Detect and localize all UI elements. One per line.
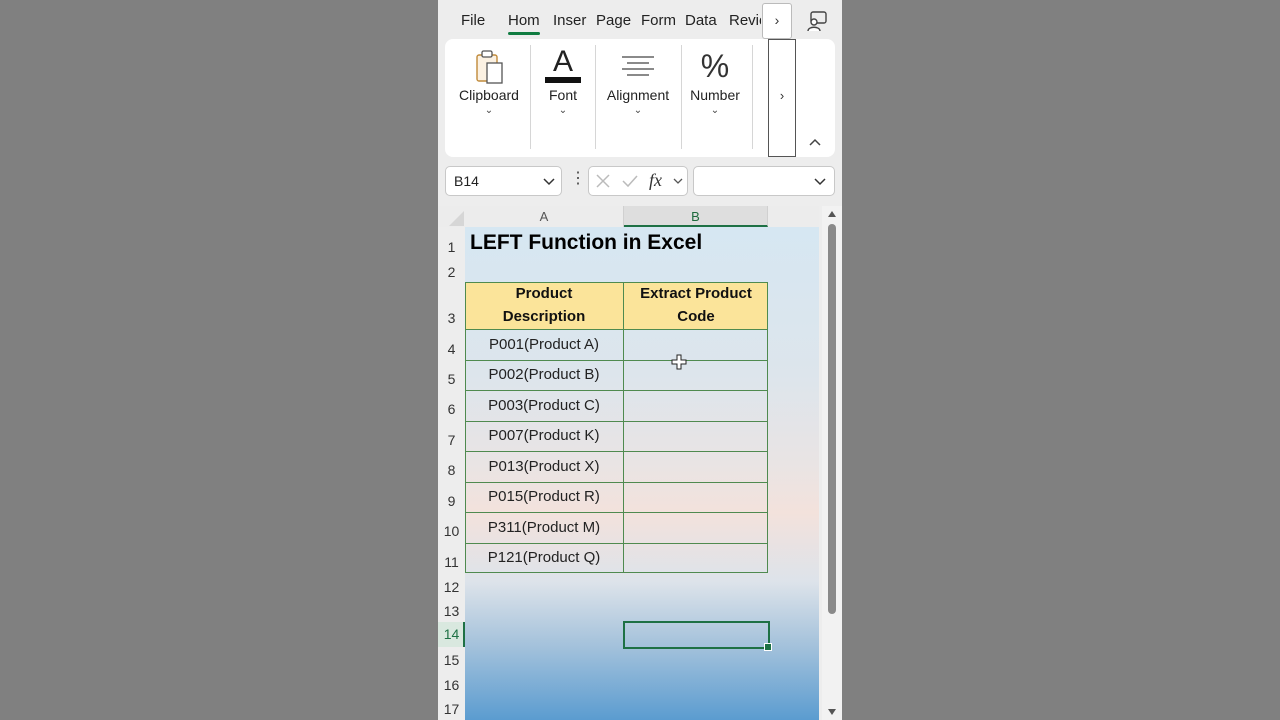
table-cell[interactable]: P007(Product K) (465, 421, 623, 451)
number-group[interactable]: % Number ⌄ (685, 39, 745, 157)
ribbon-divider (530, 45, 531, 149)
table-cell[interactable]: P002(Product B) (465, 360, 623, 390)
name-box-value: B14 (454, 173, 479, 189)
table-cell[interactable] (624, 360, 768, 390)
tabs-scroll-right-button[interactable]: › (762, 3, 792, 39)
table-cell[interactable] (624, 482, 768, 512)
table-cell[interactable] (624, 452, 768, 482)
cell-cursor-icon (671, 354, 687, 370)
table-cell[interactable]: P003(Product C) (465, 391, 623, 421)
excel-window: File Hom Inser Page Form Data Revie › Cl… (438, 0, 842, 720)
tab-home[interactable]: Hom (508, 12, 540, 35)
ribbon-tabs: File Hom Inser Page Form Data Revie › (438, 0, 842, 40)
collapse-ribbon-icon[interactable] (807, 135, 823, 149)
header-cell-product-description[interactable]: Product Description (465, 282, 623, 329)
chevron-down-icon (673, 178, 683, 184)
table-cell[interactable]: P001(Product A) (465, 330, 623, 360)
row-header[interactable]: 13 (438, 601, 465, 621)
row-header[interactable]: 8 (438, 460, 465, 480)
cell-grid[interactable]: LEFT Function in Excel Product Descripti… (465, 227, 819, 720)
tab-review[interactable]: Revie (729, 12, 761, 29)
row-header[interactable]: 15 (438, 650, 465, 670)
row-header[interactable]: 12 (438, 577, 465, 597)
formula-input[interactable] (693, 166, 835, 196)
align-center-icon (622, 56, 654, 76)
table-cell[interactable]: P121(Product Q) (465, 543, 623, 573)
ribbon-divider (681, 45, 682, 149)
column-header-a[interactable]: A (465, 206, 624, 227)
insert-function-icon[interactable]: fx (649, 170, 662, 191)
row-header[interactable]: 6 (438, 399, 465, 419)
column-header-c[interactable] (768, 206, 819, 227)
row-header[interactable]: 9 (438, 491, 465, 511)
row-header[interactable]: 7 (438, 430, 465, 450)
row-header[interactable]: 10 (438, 521, 465, 541)
expand-formula-icon[interactable] (814, 176, 826, 186)
tab-data[interactable]: Data (685, 12, 717, 29)
font-color-icon: A (543, 47, 583, 87)
clipboard-group[interactable]: Clipboard ⌄ (453, 39, 525, 157)
formula-actions: fx (588, 166, 688, 196)
table-cell[interactable] (624, 513, 768, 543)
row-header[interactable]: 11 (438, 552, 465, 572)
table-cell[interactable]: P013(Product X) (465, 452, 623, 482)
ribbon-divider (595, 45, 596, 149)
chevron-down-icon: ⌄ (558, 105, 568, 116)
chevron-down-icon: ⌄ (710, 105, 720, 116)
table-cell[interactable]: P311(Product M) (465, 513, 623, 543)
header-cell-extract-product-code[interactable]: Extract Product Code (624, 282, 768, 329)
fill-handle[interactable] (764, 643, 772, 651)
alignment-group[interactable]: Alignment ⌄ (600, 39, 676, 157)
scroll-up-icon[interactable] (827, 210, 837, 218)
active-cell-b14[interactable] (623, 621, 770, 649)
table-header-row: Product Description Extract Product Code (465, 282, 768, 329)
row-header-selected[interactable]: 14 (438, 622, 465, 647)
table-cell[interactable] (624, 330, 768, 360)
table-cell[interactable] (624, 391, 768, 421)
tab-insert[interactable]: Inser (553, 12, 586, 29)
ribbon-home: Clipboard ⌄ A Font ⌄ Alignment ⌄ % Numbe… (445, 39, 835, 157)
font-label: Font (548, 87, 577, 103)
chevron-down-icon (543, 178, 555, 186)
clipboard-icon (476, 50, 503, 84)
row-header[interactable]: 5 (438, 369, 465, 389)
chevron-down-icon: ⌄ (633, 105, 643, 116)
vertical-scrollbar[interactable] (822, 206, 842, 720)
table-cell[interactable] (624, 421, 768, 451)
scrollbar-thumb[interactable] (828, 224, 836, 614)
row-header[interactable]: 3 (438, 308, 465, 328)
sheet-title-cell[interactable]: LEFT Function in Excel (470, 231, 702, 255)
more-options-icon[interactable]: ⋮ (570, 171, 586, 187)
coauthor-icon[interactable] (806, 10, 828, 32)
tab-formulas[interactable]: Form (641, 12, 676, 29)
font-group[interactable]: A Font ⌄ (535, 39, 591, 157)
tab-page-layout[interactable]: Page (596, 12, 631, 29)
row-header[interactable]: 17 (438, 699, 465, 719)
number-label: Number (690, 87, 740, 103)
scroll-down-icon[interactable] (827, 708, 837, 716)
ribbon-more-button[interactable]: › (768, 39, 796, 157)
ribbon-divider (752, 45, 753, 149)
chevron-down-icon: ⌄ (484, 105, 494, 116)
enter-icon[interactable] (621, 173, 639, 189)
select-all-corner[interactable] (438, 206, 465, 227)
row-header[interactable]: 4 (438, 339, 465, 359)
row-header[interactable]: 1 (438, 237, 465, 257)
row-header[interactable]: 16 (438, 675, 465, 695)
cancel-icon[interactable] (595, 173, 611, 189)
percent-icon: % (700, 48, 730, 84)
tab-file[interactable]: File (461, 12, 485, 29)
table-cell[interactable]: P015(Product R) (465, 482, 623, 512)
table-cell[interactable] (624, 543, 768, 573)
column-header-b[interactable]: B (624, 206, 768, 227)
name-box[interactable]: B14 (445, 166, 562, 196)
alignment-label: Alignment (606, 87, 670, 103)
row-header[interactable]: 2 (438, 262, 465, 282)
clipboard-label: Clipboard (459, 87, 519, 103)
